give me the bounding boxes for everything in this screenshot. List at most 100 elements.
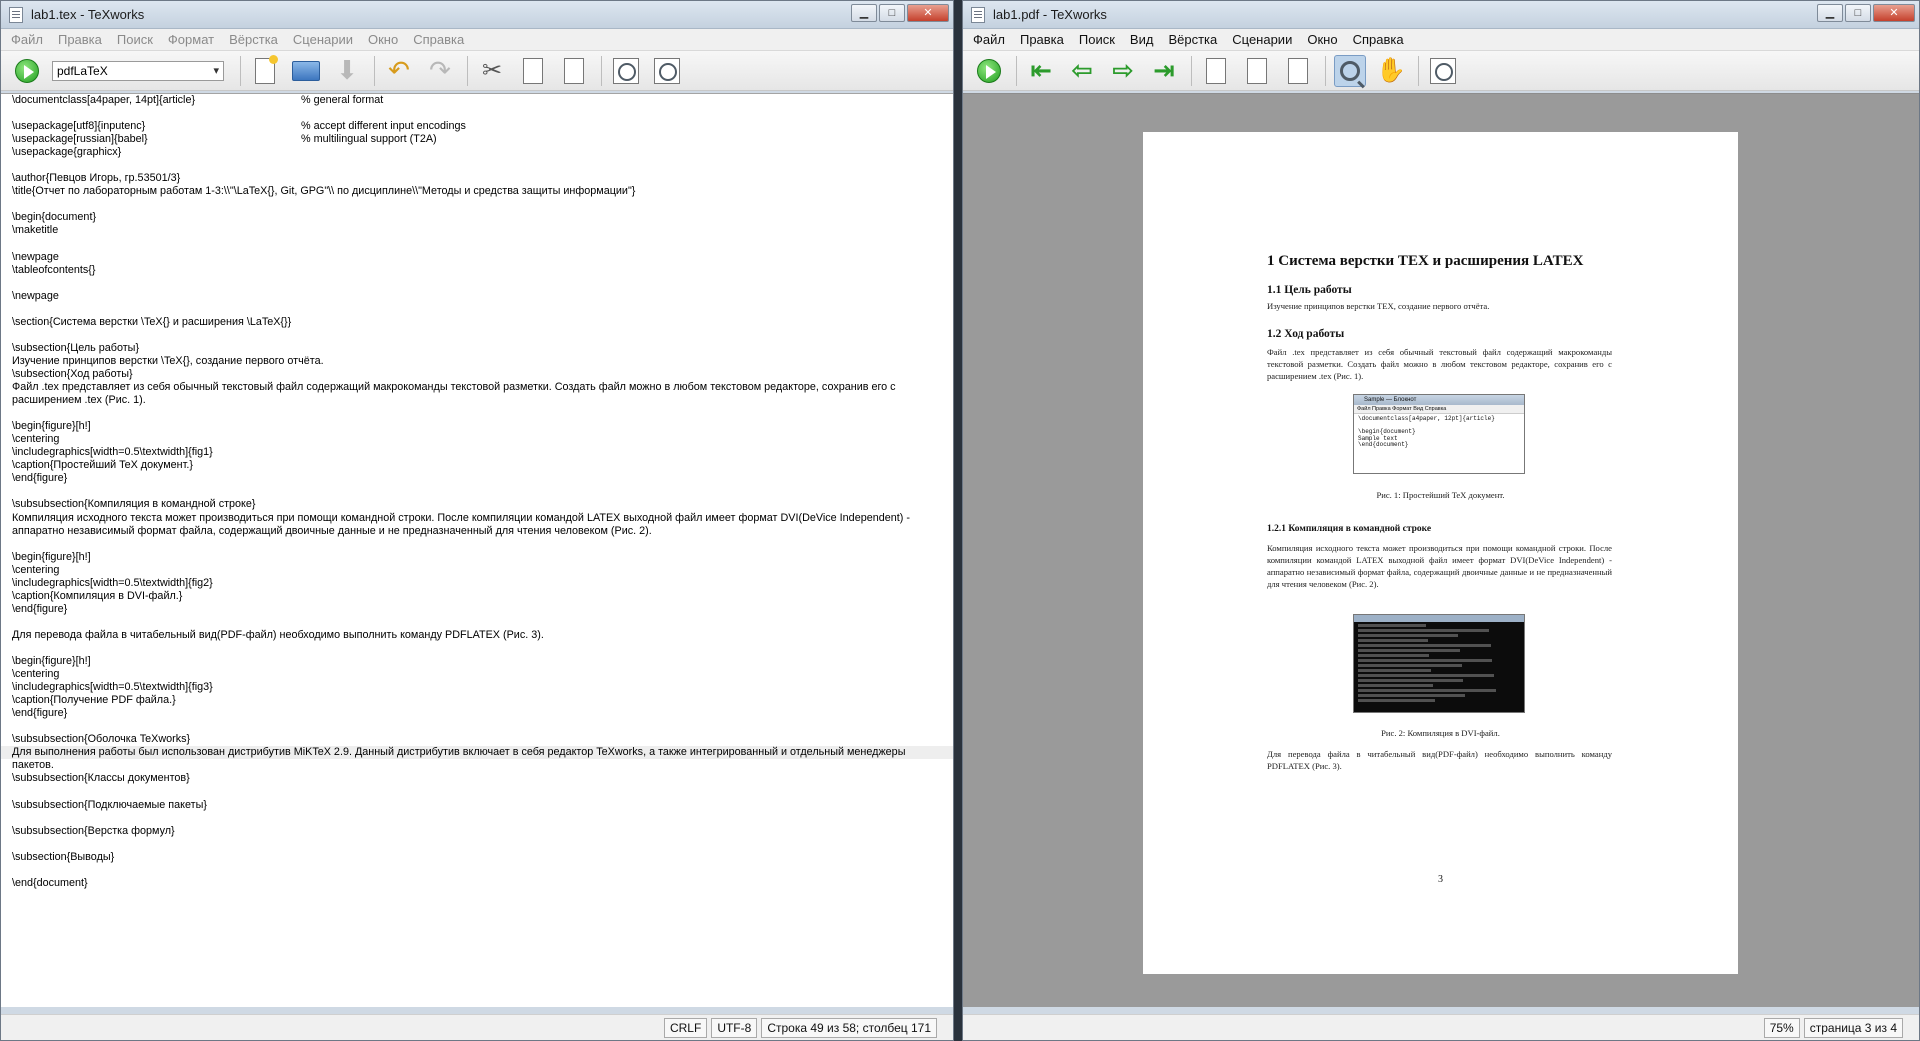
code-line[interactable]: \author{Певцов Игорь, гр.53501/3}	[1, 172, 953, 185]
code-line[interactable]	[1, 407, 953, 420]
page-indicator[interactable]: страница 3 из 4	[1803, 1017, 1903, 1038]
maximize-button[interactable]: □	[879, 4, 905, 22]
code-line[interactable]: пакетов.	[1, 759, 953, 772]
code-line[interactable]: Изучение принципов верстки \TeX{}, созда…	[1, 355, 953, 368]
fit-window-button[interactable]	[1282, 55, 1314, 87]
cut-button[interactable]: ✂	[476, 55, 508, 87]
code-line[interactable]: \section{Система верстки \TeX{} и расшир…	[1, 316, 953, 329]
code-line[interactable]: \caption{Получение PDF файла.}	[1, 694, 953, 707]
code-line[interactable]: Файл .tex представляет из себя обычный т…	[1, 381, 953, 394]
menu-file[interactable]: Файл	[11, 32, 43, 47]
minimize-button[interactable]: ▁	[851, 4, 877, 22]
code-line[interactable]: \usepackage[utf8]{inputenc}% accept diff…	[1, 120, 953, 133]
close-button[interactable]: ✕	[1873, 4, 1915, 22]
menu-help[interactable]: Справка	[1353, 32, 1404, 47]
replace-button[interactable]	[651, 55, 683, 87]
viewer-titlebar[interactable]: lab1.pdf - TeXworks ▁ □ ✕	[963, 1, 1919, 29]
code-line[interactable]: \subsubsection{Подключаемые пакеты}	[1, 799, 953, 812]
code-line[interactable]: \begin{document}	[1, 211, 953, 224]
code-line[interactable]: \end{document}	[1, 877, 953, 890]
code-line[interactable]: \end{figure}	[1, 707, 953, 720]
code-line[interactable]: \caption{Компиляция в DVI-файл.}	[1, 590, 953, 603]
next-page-button[interactable]: ⇨	[1107, 55, 1139, 87]
menu-edit[interactable]: Правка	[1020, 32, 1064, 47]
code-line[interactable]: \newpage	[1, 251, 953, 264]
line-ending-indicator[interactable]: CRLF	[663, 1017, 708, 1038]
code-line[interactable]: \usepackage[russian]{babel}% multilingua…	[1, 133, 953, 146]
code-line[interactable]: \centering	[1, 564, 953, 577]
first-page-button[interactable]: ⇤	[1025, 55, 1057, 87]
fit-width-button[interactable]	[1241, 55, 1273, 87]
scroll-tool-button[interactable]: ✋	[1375, 55, 1407, 87]
code-line[interactable]: \subsection{Выводы}	[1, 851, 953, 864]
maximize-button[interactable]: □	[1845, 4, 1871, 22]
code-line[interactable]: \end{figure}	[1, 472, 953, 485]
code-line[interactable]	[1, 238, 953, 251]
code-line[interactable]	[1, 107, 953, 120]
code-line[interactable]: расширением .tex (Рис. 1).	[1, 394, 953, 407]
find-button[interactable]	[1427, 55, 1459, 87]
code-line[interactable]	[1, 812, 953, 825]
code-line[interactable]	[1, 277, 953, 290]
code-line[interactable]: Для выполнения работы был использован ди…	[1, 746, 953, 760]
code-line[interactable]: \centering	[1, 668, 953, 681]
menu-scripts[interactable]: Сценарии	[293, 32, 353, 47]
code-line[interactable]: Для перевода файла в читабельный вид(PDF…	[1, 629, 953, 642]
code-line[interactable]	[1, 198, 953, 211]
code-line[interactable]: \subsection{Цель работы}	[1, 342, 953, 355]
menu-window[interactable]: Окно	[368, 32, 398, 47]
source-editor[interactable]: \documentclass[a4paper, 14pt]{article}% …	[1, 93, 953, 1007]
code-line[interactable]: \documentclass[a4paper, 14pt]{article}% …	[1, 94, 953, 107]
menu-file[interactable]: Файл	[973, 32, 1005, 47]
code-line[interactable]: \begin{figure}[h!]	[1, 551, 953, 564]
code-line[interactable]: \title{Отчет по лабораторным работам 1-3…	[1, 185, 953, 198]
code-line[interactable]	[1, 642, 953, 655]
code-line[interactable]	[1, 303, 953, 316]
code-line[interactable]: \subsubsection{Верстка формул}	[1, 825, 953, 838]
undo-button[interactable]: ↶	[383, 55, 415, 87]
code-line[interactable]: \includegraphics[width=0.5\textwidth]{fi…	[1, 681, 953, 694]
close-button[interactable]: ✕	[907, 4, 949, 22]
save-button[interactable]: ⬇	[331, 55, 363, 87]
code-line[interactable]	[1, 538, 953, 551]
paste-button[interactable]	[558, 55, 590, 87]
encoding-indicator[interactable]: UTF-8	[711, 1017, 758, 1038]
code-line[interactable]	[1, 838, 953, 851]
code-line[interactable]: \tableofcontents{}	[1, 264, 953, 277]
actual-size-button[interactable]	[1200, 55, 1232, 87]
engine-select[interactable]: pdfLaTeX	[52, 60, 224, 81]
typeset-button[interactable]	[973, 55, 1005, 87]
previous-page-button[interactable]: ⇦	[1066, 55, 1098, 87]
code-line[interactable]: \begin{figure}[h!]	[1, 420, 953, 433]
code-line[interactable]: \begin{figure}[h!]	[1, 655, 953, 668]
menu-search[interactable]: Поиск	[117, 32, 153, 47]
code-line[interactable]	[1, 485, 953, 498]
code-line[interactable]: \centering	[1, 433, 953, 446]
code-line[interactable]	[1, 329, 953, 342]
menu-scripts[interactable]: Сценарии	[1232, 32, 1292, 47]
menu-view[interactable]: Вид	[1130, 32, 1154, 47]
editor-titlebar[interactable]: lab1.tex - TeXworks ▁ □ ✕	[1, 1, 953, 29]
pdf-canvas[interactable]: 1 Система верстки TEX и расширения LATEX…	[963, 93, 1919, 1007]
open-file-button[interactable]	[290, 55, 322, 87]
minimize-button[interactable]: ▁	[1817, 4, 1843, 22]
code-line[interactable]: \caption{Простейший TeX документ.}	[1, 459, 953, 472]
code-line[interactable]: \includegraphics[width=0.5\textwidth]{fi…	[1, 577, 953, 590]
find-button[interactable]	[610, 55, 642, 87]
code-line[interactable]	[1, 159, 953, 172]
code-line[interactable]: \includegraphics[width=0.5\textwidth]{fi…	[1, 446, 953, 459]
magnify-tool-button[interactable]	[1334, 54, 1366, 87]
code-line[interactable]: \subsubsection{Оболочка TeXworks}	[1, 733, 953, 746]
code-line[interactable]: \newpage	[1, 290, 953, 303]
code-line[interactable]	[1, 864, 953, 877]
menu-typeset[interactable]: Вёрстка	[229, 32, 278, 47]
menu-search[interactable]: Поиск	[1079, 32, 1115, 47]
code-line[interactable]: \subsection{Ход работы}	[1, 368, 953, 381]
menu-window[interactable]: Окно	[1307, 32, 1337, 47]
code-line[interactable]	[1, 616, 953, 629]
copy-button[interactable]	[517, 55, 549, 87]
code-line[interactable]: \usepackage{graphicx}	[1, 146, 953, 159]
typeset-button[interactable]	[11, 55, 43, 87]
redo-button[interactable]: ↷	[424, 55, 456, 87]
code-line[interactable]: \maketitle	[1, 224, 953, 237]
